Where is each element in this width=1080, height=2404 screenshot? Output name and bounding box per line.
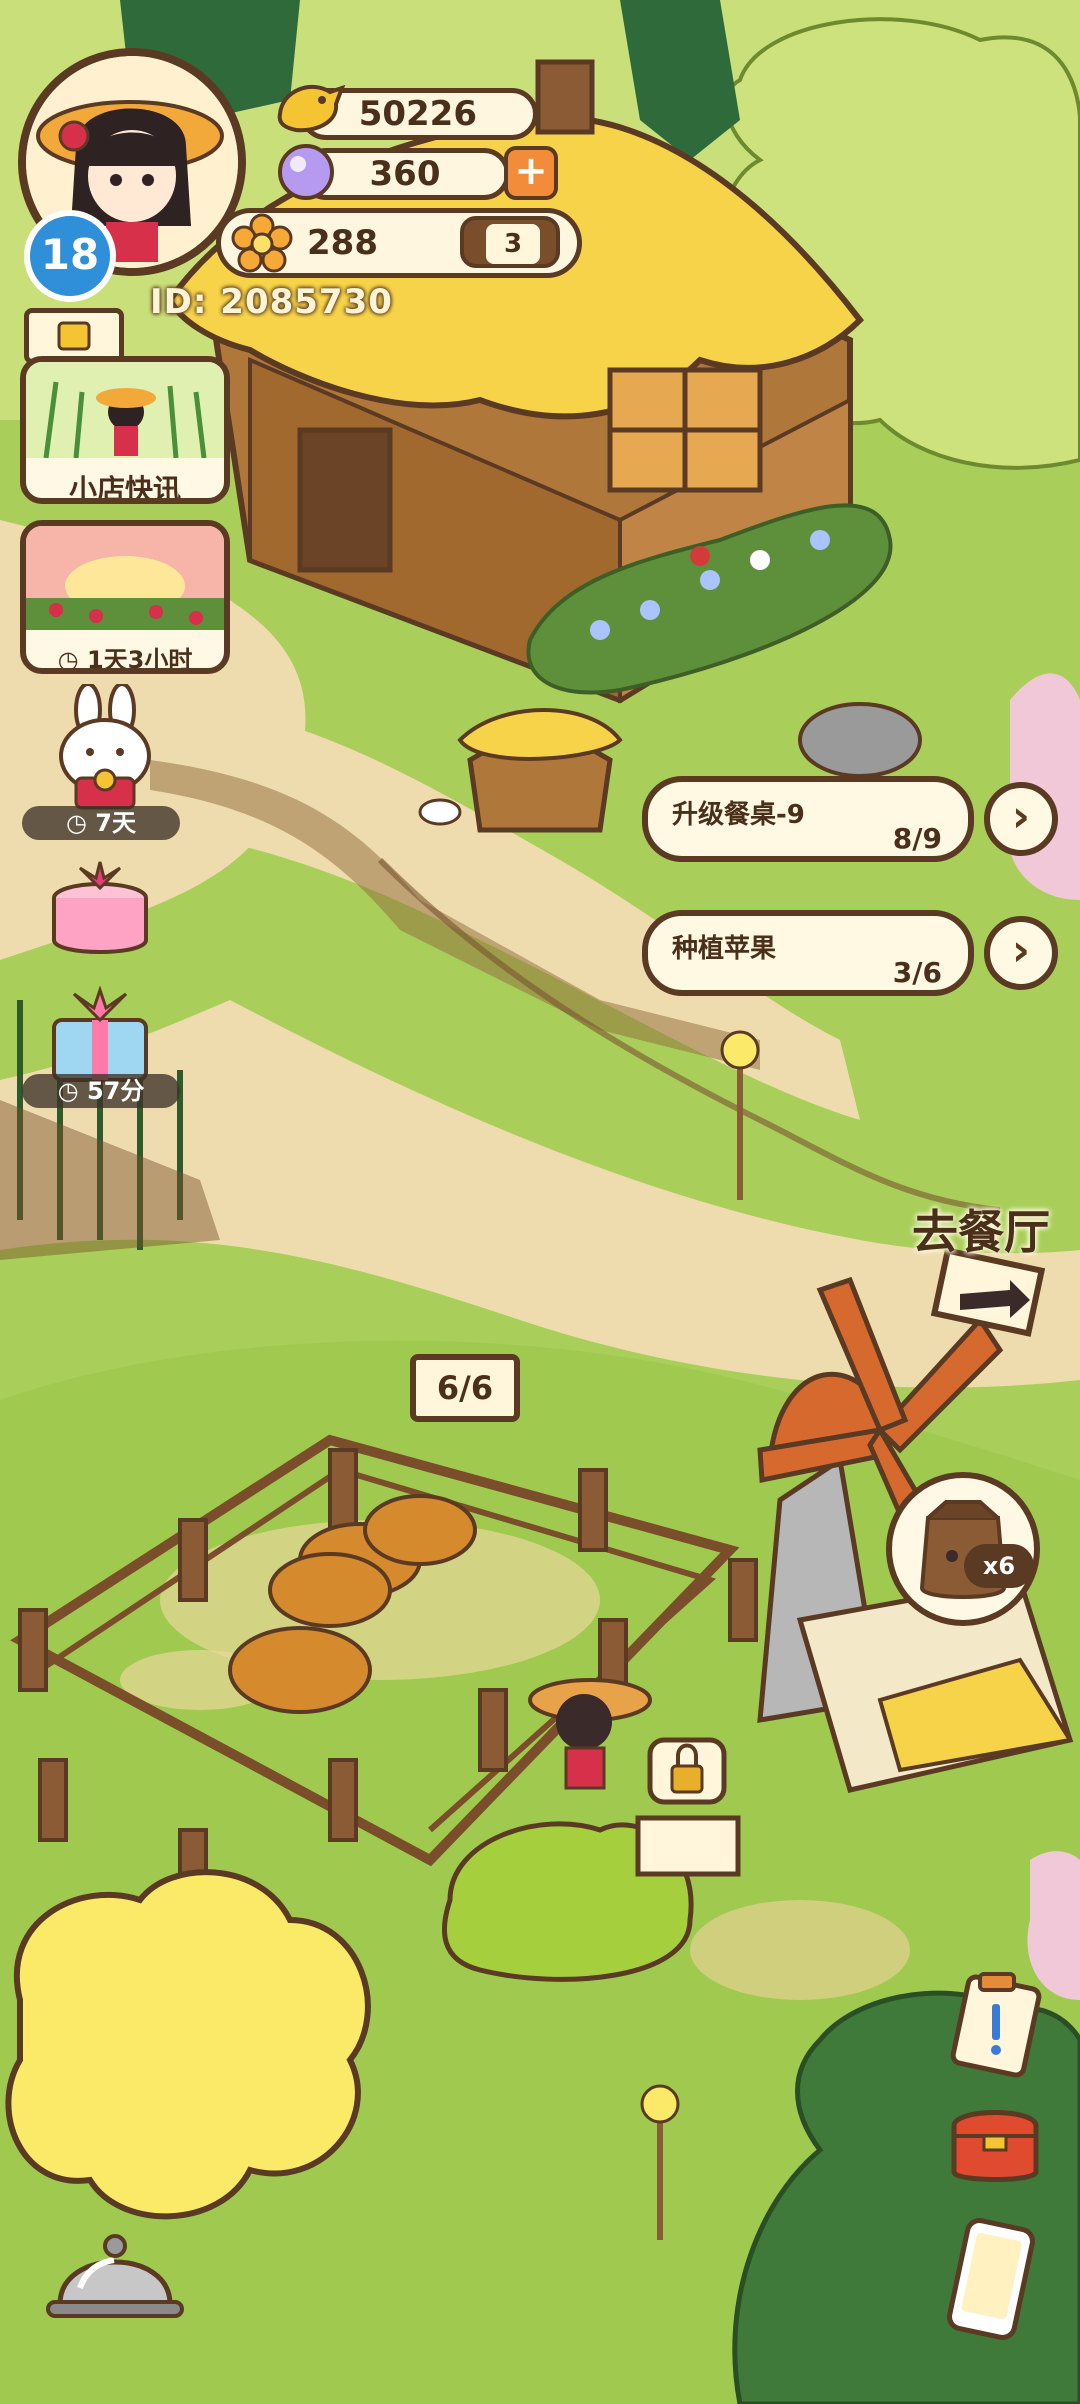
flower-event-thumbnail-icon (26, 526, 224, 630)
quest-upgrade-table[interactable]: 升级餐桌-9 8/9 (642, 776, 974, 862)
shop-news-thumbnail-icon (26, 362, 224, 459)
lock-icon[interactable] (648, 1738, 726, 1804)
backpack-icon[interactable] (940, 2096, 1050, 2186)
quest-progress: 3/6 (892, 956, 942, 989)
phone-icon[interactable] (936, 2214, 1046, 2344)
quest-plant-apples-go-button[interactable]: › (984, 916, 1058, 990)
mailbox-icon (57, 321, 91, 351)
clock-icon: ◷ (57, 646, 87, 674)
cattle-pen[interactable] (150, 1480, 480, 1720)
clock-icon: ◷ (66, 809, 96, 837)
plus-icon: + (514, 148, 548, 194)
purple-pearl-icon (278, 144, 334, 200)
flower-event-timer-text: 1天3小时 (86, 646, 193, 674)
quest-title: 升级餐桌-9 (672, 800, 805, 830)
chevron-right-icon: › (1011, 791, 1031, 842)
farmer-character (534, 1660, 644, 1800)
go-to-restaurant-label[interactable]: 去餐厅 (912, 1196, 1050, 1262)
clock-icon: ◷ (57, 1077, 87, 1105)
shop-news-card[interactable]: 小店快讯 (20, 356, 230, 504)
quest-plant-apples[interactable]: 种植苹果 3/6 (642, 910, 974, 996)
flower-event-timer: ◷ 1天3小时 (26, 634, 224, 674)
cake-gift-icon[interactable] (44, 858, 156, 962)
coin-bird-icon (277, 84, 346, 133)
windmill-building[interactable] (738, 1280, 1038, 1760)
player-level-badge: 18 (24, 210, 116, 302)
bird-ticket-button[interactable]: 3 (460, 216, 560, 268)
add-gems-button[interactable]: + (504, 146, 558, 200)
quest-title: 种植苹果 (672, 934, 777, 964)
serving-dome-icon[interactable] (40, 2218, 190, 2338)
gift-box-timer-text: 57分 (86, 1077, 145, 1105)
bunny-event-timer-text: 7天 (95, 809, 136, 837)
player-id: ID: 2085730 (150, 282, 393, 322)
quest-progress: 8/9 (892, 822, 942, 855)
flower-value: 288 (307, 223, 378, 263)
bunny-event-icon[interactable] (50, 684, 160, 812)
pen-capacity-sign: 6/6 (410, 1354, 520, 1422)
shop-news-label: 小店快讯 (68, 473, 181, 504)
gift-box-icon[interactable] (44, 986, 156, 1086)
chevron-right-icon: › (1011, 925, 1031, 976)
coin-value: 50226 (358, 94, 477, 134)
bird-ticket-count: 3 (486, 224, 540, 264)
flower-event-card[interactable]: ◷ 1天3小时 (20, 520, 230, 674)
gem-value: 360 (369, 154, 441, 194)
task-clipboard-icon[interactable] (940, 1968, 1050, 2078)
bunny-event-timer: ◷ 7天 (22, 806, 180, 840)
orange-flower-icon (231, 213, 293, 273)
gift-box-timer: ◷ 57分 (22, 1074, 180, 1108)
quest-upgrade-table-go-button[interactable]: › (984, 782, 1058, 856)
